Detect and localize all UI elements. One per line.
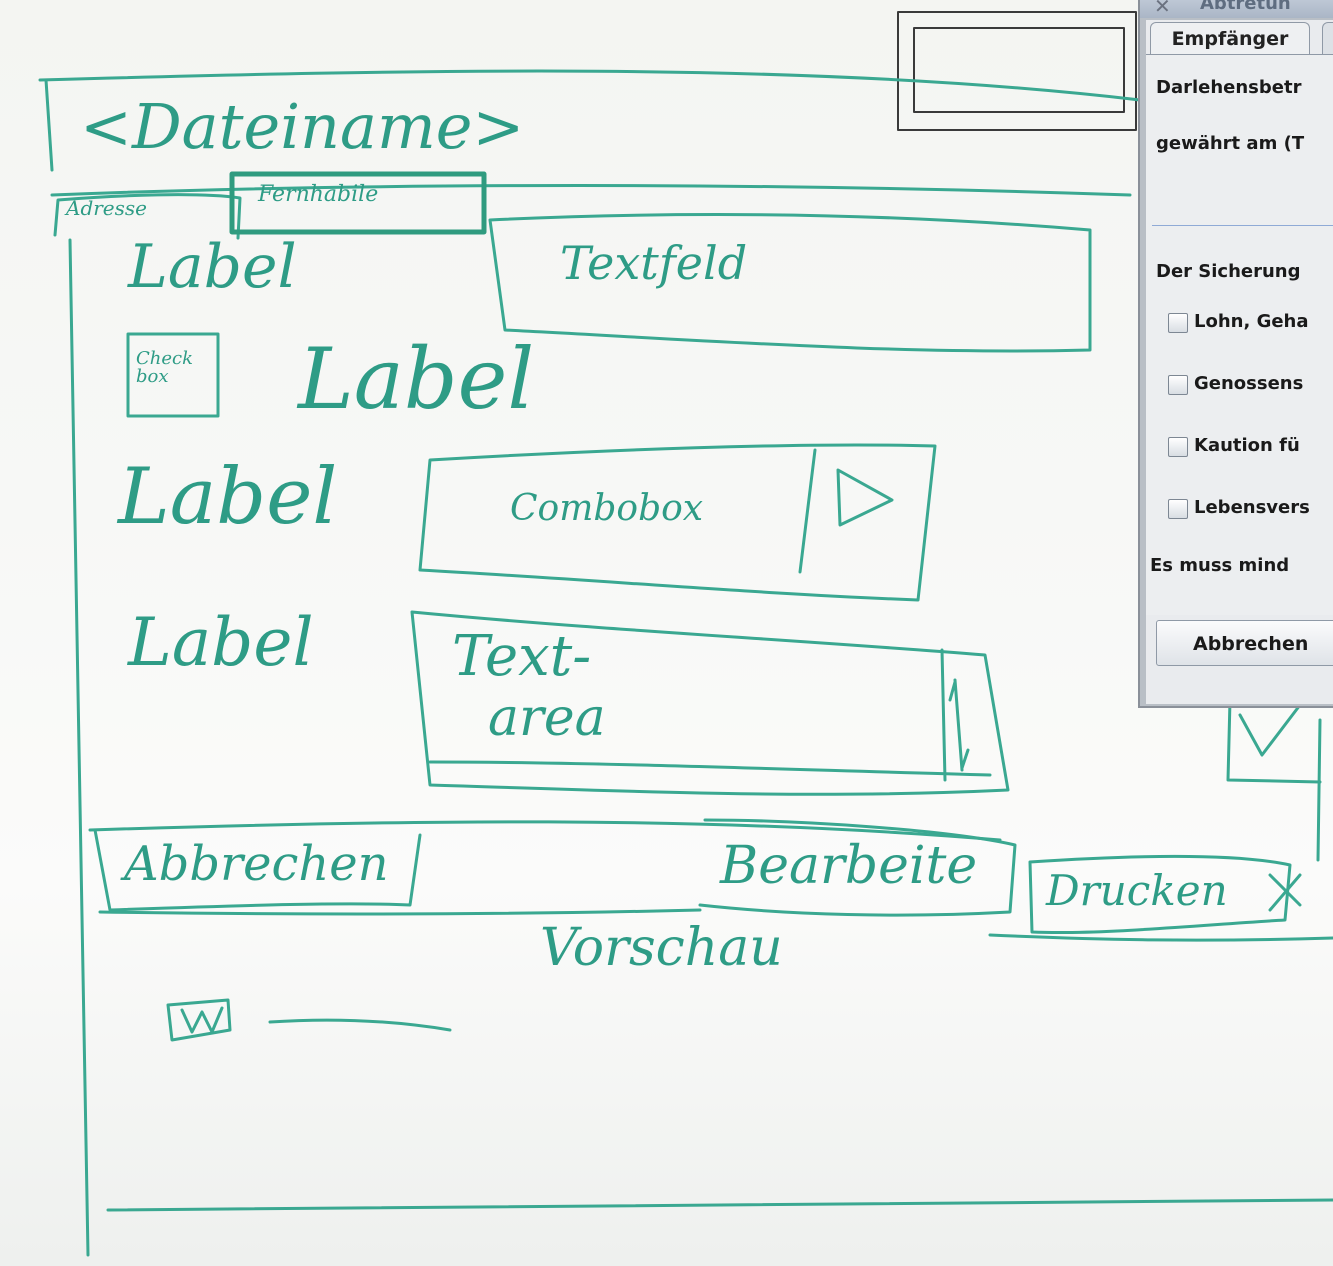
sketch-combobox: Combobox xyxy=(510,488,704,529)
sketch-edit-button: Bearbeite xyxy=(720,836,978,896)
preview-line-right xyxy=(988,933,1333,942)
tab-line xyxy=(50,184,1132,197)
whiteboard: <Dateiname> Adresse Fernhabile Label Tex… xyxy=(0,0,1333,1266)
window-left-edge xyxy=(68,238,90,1257)
sketch-textarea-line2: area xyxy=(488,688,606,748)
cancel-button[interactable]: Abbrechen xyxy=(1156,620,1333,666)
tab-empfaenger[interactable]: Empfänger xyxy=(1150,22,1310,54)
textarea-bottom-line xyxy=(428,760,992,777)
tab-next[interactable] xyxy=(1322,22,1333,54)
hint-text: Es muss mind xyxy=(1150,555,1290,576)
preview-line-left xyxy=(98,908,702,916)
sketch-label-4: Label xyxy=(128,604,314,681)
sketch-checkbox-text: Check box xyxy=(136,348,194,387)
sketch-tab-adresse: Adresse xyxy=(66,196,148,220)
textarea-scroll-arrows xyxy=(948,678,970,772)
checkbox-kaution-label: Kaution fü xyxy=(1194,435,1300,456)
sketch-label-1: Label xyxy=(128,232,297,302)
sketch-tab-second: Fernhabile xyxy=(258,182,379,207)
right-check-mark xyxy=(1238,703,1302,757)
preview-doc-w xyxy=(180,1006,224,1034)
combobox-divider xyxy=(798,448,817,574)
dark-box-inner xyxy=(913,27,1125,113)
checkbox-lebensversicherung[interactable] xyxy=(1168,499,1188,519)
checkbox-kaution[interactable] xyxy=(1168,437,1188,457)
window-bottom-line xyxy=(106,1198,1333,1212)
dialog-titlebar[interactable]: ✕ Abtretun xyxy=(1140,0,1333,18)
sketch-textarea-line1: Text- xyxy=(452,624,592,689)
sketch-label-2: Label xyxy=(298,330,535,428)
sketch-print-button: Drucken xyxy=(1046,866,1228,915)
window-left-top xyxy=(44,78,54,172)
sketch-preview: Vorschau xyxy=(540,918,783,978)
sketch-label-3: Label xyxy=(118,452,338,542)
checkbox-lohn[interactable] xyxy=(1168,313,1188,333)
amount-label: Darlehensbetr xyxy=(1156,77,1302,98)
tab-content: Darlehensbetr gewährt am (T Der Sicherun… xyxy=(1146,54,1333,615)
checkbox-genossenschaft-label: Genossens xyxy=(1194,373,1304,394)
close-icon[interactable]: ✕ xyxy=(1154,0,1180,18)
granted-date-label: gewährt am (T xyxy=(1156,133,1305,154)
separator xyxy=(1152,225,1333,226)
preview-doc-line xyxy=(268,1018,452,1032)
textarea-scrollbar xyxy=(940,648,947,782)
checkbox-lebensversicherung-label: Lebensvers xyxy=(1194,497,1310,518)
checkbox-genossenschaft[interactable] xyxy=(1168,375,1188,395)
combobox-arrow xyxy=(836,468,894,527)
sketch-cancel-button: Abbrechen xyxy=(124,836,389,892)
security-label: Der Sicherung xyxy=(1156,261,1301,282)
dialog-title: Abtretun xyxy=(1200,0,1291,14)
dialog-window: ✕ Abtretun Empfänger Darlehensbetr gewäh… xyxy=(1138,0,1333,708)
dialog-body: Empfänger Darlehensbetr gewährt am (T De… xyxy=(1146,20,1333,704)
sketch-filename: <Dateiname> xyxy=(80,90,525,163)
right-edge-line xyxy=(1316,718,1322,862)
checkbox-lohn-label: Lohn, Geha xyxy=(1194,311,1309,332)
sketch-textfield: Textfeld xyxy=(560,236,748,290)
